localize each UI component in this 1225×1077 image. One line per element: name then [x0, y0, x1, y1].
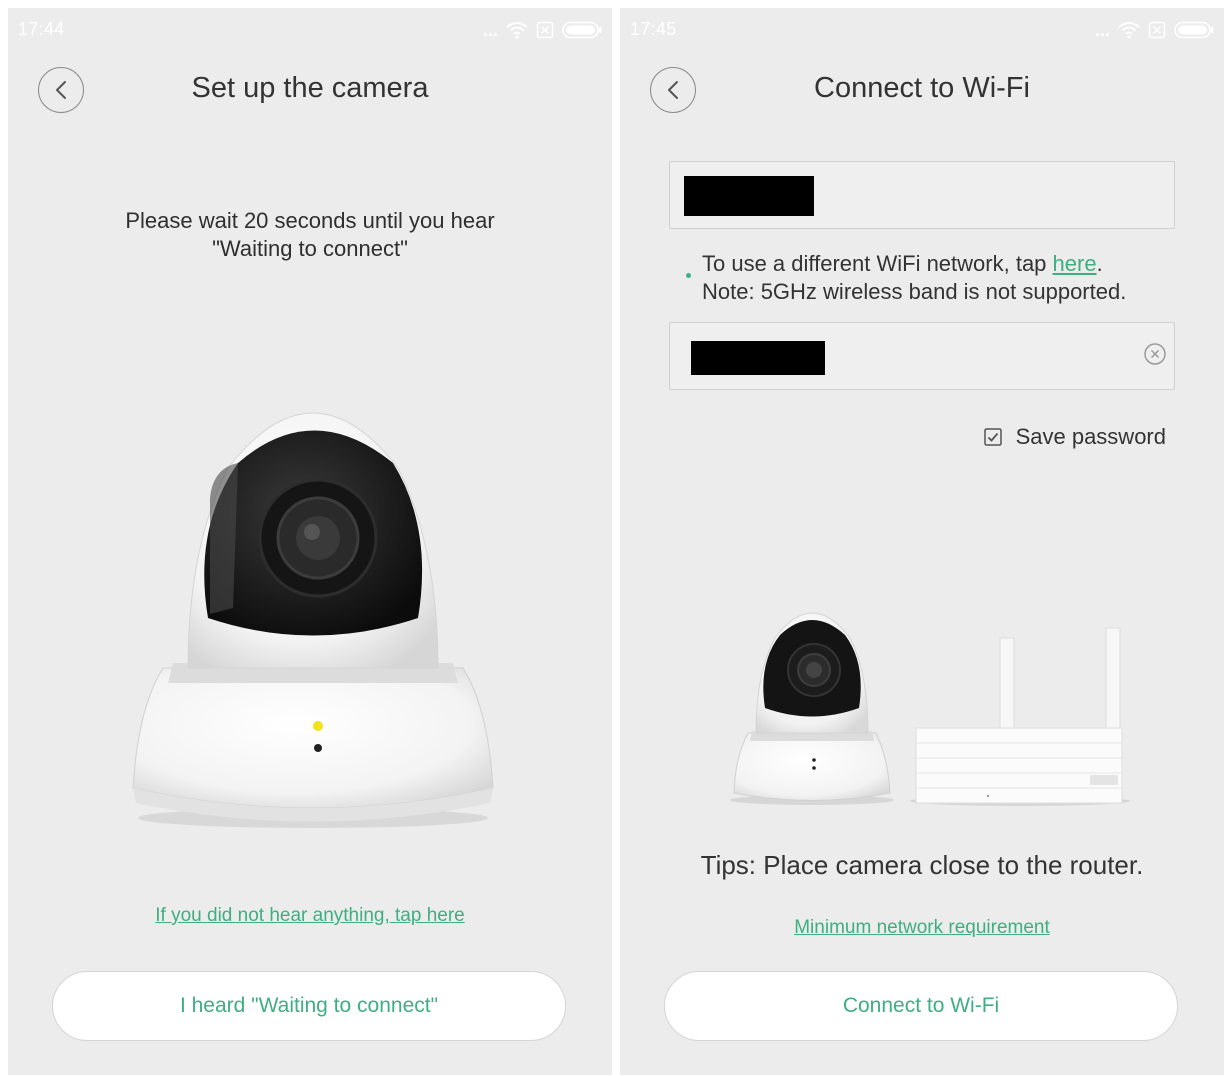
redacted-password [691, 341, 825, 375]
connect-wifi-button[interactable]: Connect to Wi-Fi [664, 971, 1178, 1041]
battery-icon [1174, 21, 1214, 39]
save-password-toggle[interactable]: Save password [983, 424, 1166, 450]
wifi-note-text: To use a different WiFi network, tap [702, 251, 1053, 276]
camera-router-illustration [730, 612, 1130, 806]
wifi-note-line1: To use a different WiFi network, tap her… [702, 250, 1126, 278]
page-title: Set up the camera [191, 72, 429, 104]
connect-wifi-screen: 17:45 ... Connect to Wi-Fi To use a diff… [620, 8, 1224, 1075]
signal-dots: ... [1094, 20, 1110, 40]
wifi-icon [1118, 22, 1140, 39]
wifi-note-line2: Note: 5GHz wireless band is not supporte… [702, 279, 1127, 304]
checkbox-icon[interactable] [983, 428, 1002, 446]
password-field[interactable] [669, 322, 1175, 390]
network-name-field[interactable] [669, 161, 1175, 229]
minimum-requirement-link[interactable]: Minimum network requirement [620, 917, 1224, 939]
camera-illustration [132, 412, 494, 828]
battery-icon [562, 21, 602, 39]
bullet-dot [686, 273, 691, 278]
wifi-note-period: . [1096, 251, 1103, 276]
wifi-note: To use a different WiFi network, tap her… [702, 250, 1126, 306]
redacted-network-name [684, 176, 814, 216]
status-time: 17:44 [18, 19, 65, 39]
status-icons: ... [1095, 20, 1214, 40]
change-network-link[interactable]: here [1053, 251, 1097, 276]
status-bar: 17:44 ... [8, 8, 612, 52]
wait-instruction: Please wait 20 seconds until you hear "W… [125, 208, 495, 261]
save-password-label: Save password [1015, 424, 1166, 449]
status-bar: 17:45 ... [620, 8, 1224, 52]
signal-dots: ... [482, 20, 498, 40]
tips-text: Tips: Place camera close to the router. [700, 850, 1144, 880]
status-icons: ... [483, 20, 602, 40]
setup-camera-screen: 17:44 ... Set up the camera Please wait … [8, 8, 612, 1075]
wifi-icon [506, 22, 528, 39]
heard-waiting-button[interactable]: I heard "Waiting to connect" [52, 971, 566, 1041]
did-not-hear-link[interactable]: If you did not hear anything, tap here [8, 905, 612, 927]
page-title: Connect to Wi-Fi [814, 72, 1030, 104]
sim-off-icon [1148, 21, 1166, 39]
status-time: 17:45 [630, 19, 677, 39]
sim-off-icon [536, 21, 554, 39]
clear-icon[interactable] [1144, 343, 1166, 365]
